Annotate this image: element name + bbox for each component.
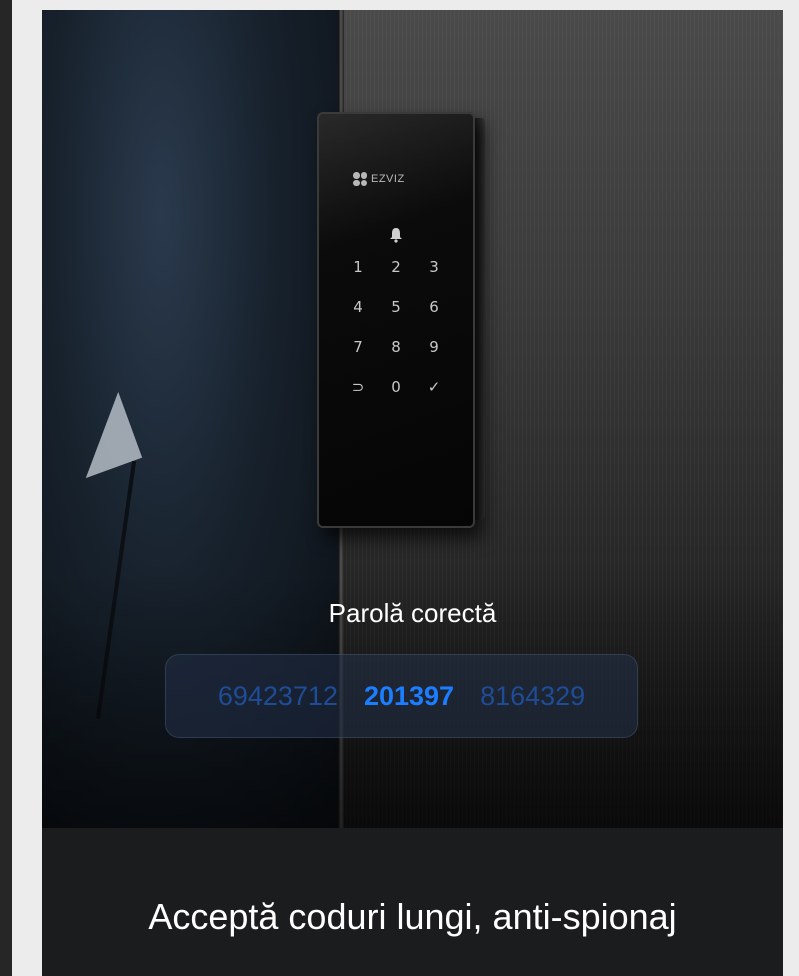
keypad-side: [475, 118, 485, 520]
code-decoy-left: 69423712: [217, 680, 338, 711]
feature-card: EZVIZ 1 2 3 4 5 6 7 8 9 ⊃ 0 ✓ Parolă cor…: [42, 10, 783, 976]
keypad-keys: 1 2 3 4 5 6 7 8 9 ⊃ 0 ✓: [339, 258, 453, 396]
key-6: 6: [429, 298, 439, 316]
code-correct: 201397: [363, 680, 455, 711]
key-9: 9: [429, 338, 439, 356]
key-1: 1: [353, 258, 363, 276]
brand-logo: EZVIZ: [353, 172, 405, 186]
code-display: 69423712 201397 8164329: [165, 654, 638, 738]
key-back: ⊃: [351, 378, 365, 396]
key-2: 2: [391, 258, 401, 276]
key-confirm: ✓: [427, 378, 441, 396]
adjacent-panel-edge: [0, 0, 12, 976]
key-3: 3: [429, 258, 439, 276]
bell-icon: [390, 228, 402, 243]
key-7: 7: [353, 338, 363, 356]
password-status-caption: Parolă corectă: [328, 598, 497, 628]
feature-title-band: Acceptă coduri lungi, anti-spionaj: [42, 828, 783, 976]
ezviz-logo-icon: [353, 172, 367, 186]
key-4: 4: [353, 298, 363, 316]
feature-title: Acceptă coduri lungi, anti-spionaj: [148, 896, 677, 937]
brand-name: EZVIZ: [371, 173, 405, 185]
code-decoy-right: 8164329: [480, 680, 586, 711]
key-0: 0: [391, 378, 401, 396]
key-8: 8: [391, 338, 401, 356]
product-photo: EZVIZ 1 2 3 4 5 6 7 8 9 ⊃ 0 ✓ Parolă cor…: [42, 10, 783, 828]
key-5: 5: [391, 298, 401, 316]
keypad-device: EZVIZ 1 2 3 4 5 6 7 8 9 ⊃ 0 ✓: [317, 112, 475, 528]
